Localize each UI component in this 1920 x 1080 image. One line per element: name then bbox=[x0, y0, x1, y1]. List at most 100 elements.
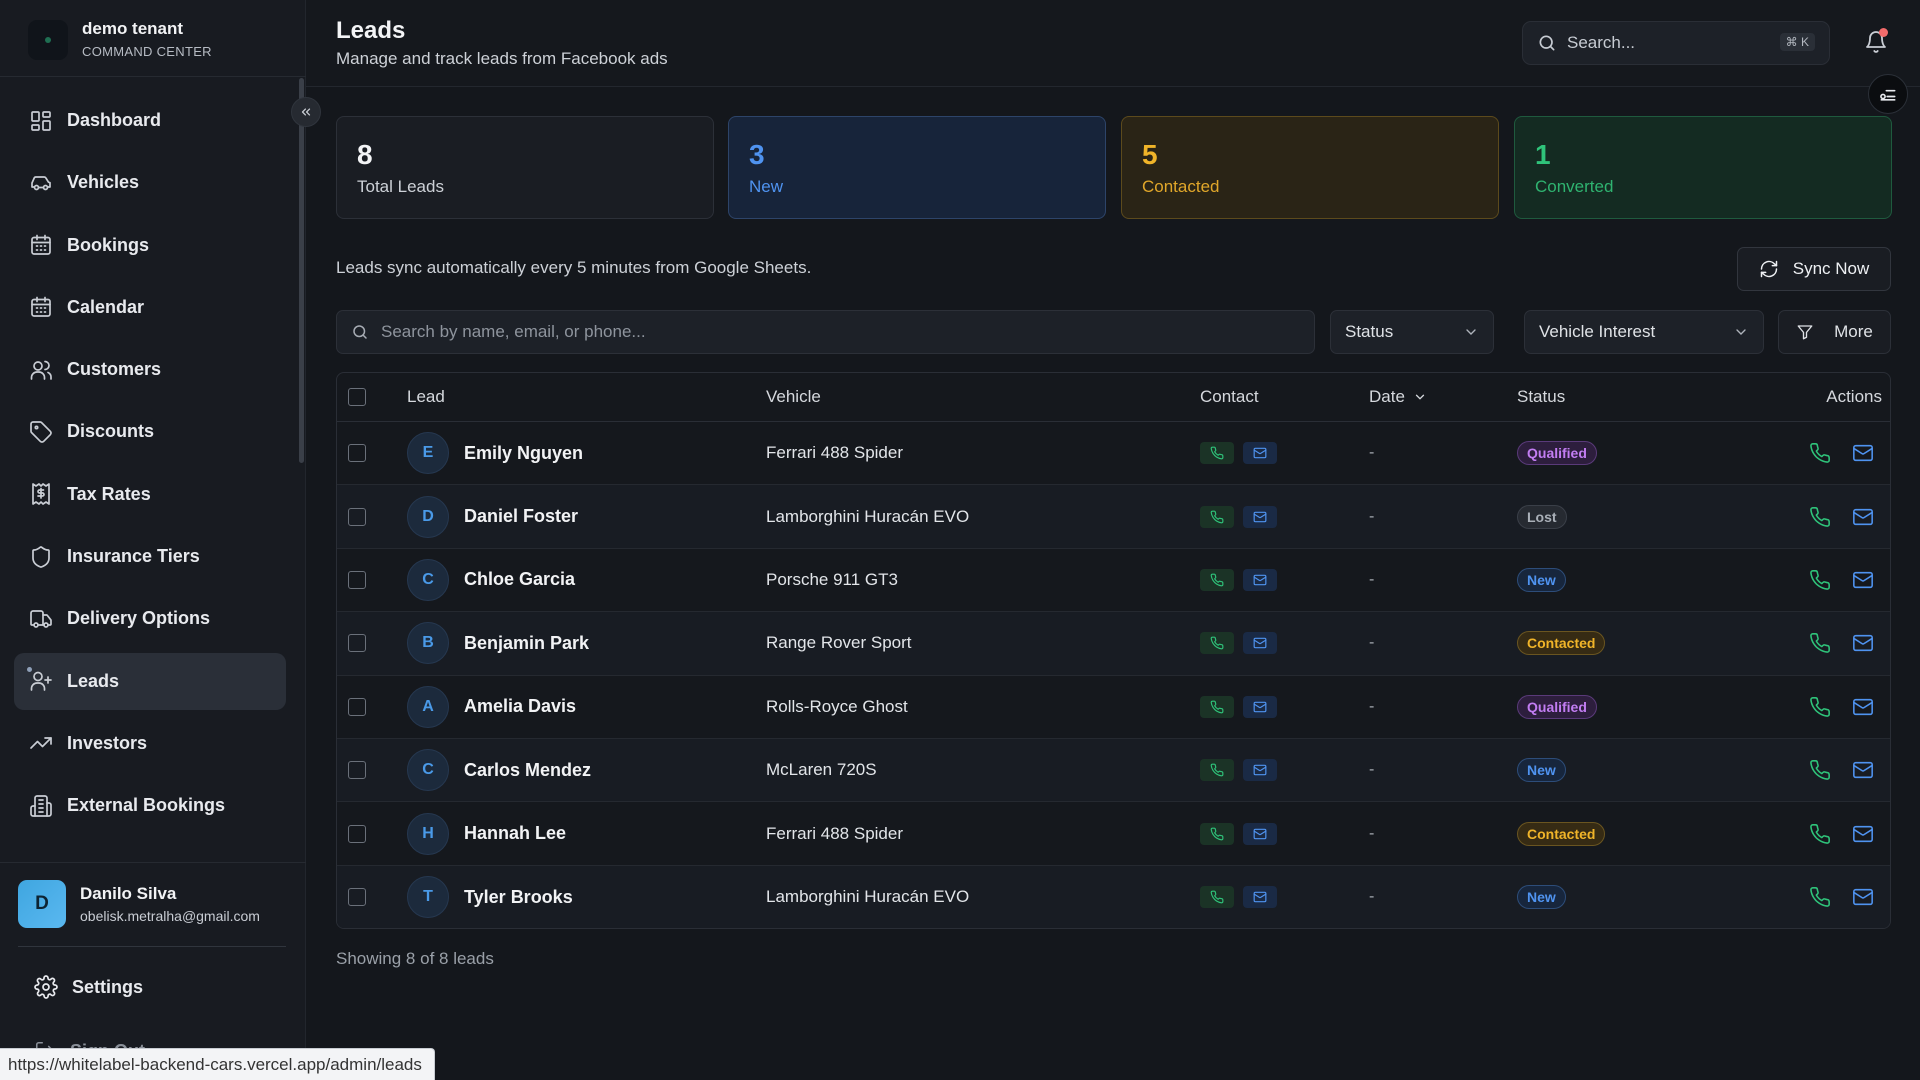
contact-phone-chip[interactable] bbox=[1200, 695, 1234, 718]
email-action-icon[interactable] bbox=[1852, 442, 1874, 464]
table-row[interactable]: C Carlos Mendez McLaren 720S - New bbox=[337, 738, 1890, 803]
contact-phone-chip[interactable] bbox=[1200, 759, 1234, 782]
contact-phone-chip[interactable] bbox=[1200, 886, 1234, 909]
lead-name[interactable]: Chloe Garcia bbox=[464, 569, 575, 590]
contact-phone-chip[interactable] bbox=[1200, 505, 1234, 528]
contact-cell bbox=[1200, 632, 1286, 655]
user-divider bbox=[0, 862, 306, 863]
sidebar-item-customers[interactable]: Customers bbox=[14, 341, 286, 398]
sidebar-item-tax-rates[interactable]: Tax Rates bbox=[14, 466, 286, 523]
row-checkbox[interactable] bbox=[348, 570, 366, 589]
row-checkbox[interactable] bbox=[348, 824, 366, 843]
date-cell: - bbox=[1369, 761, 1375, 779]
lead-name[interactable]: Tyler Brooks bbox=[464, 887, 573, 908]
sidebar-item-leads[interactable]: Leads bbox=[14, 652, 286, 710]
call-action-icon[interactable] bbox=[1809, 823, 1831, 845]
call-action-icon[interactable] bbox=[1809, 506, 1831, 528]
lead-name[interactable]: Benjamin Park bbox=[464, 633, 589, 654]
phone-icon bbox=[1210, 636, 1224, 650]
sidebar-item-insurance-tiers[interactable]: Insurance Tiers bbox=[14, 528, 286, 585]
contact-email-chip[interactable] bbox=[1243, 442, 1277, 465]
contact-email-chip[interactable] bbox=[1243, 695, 1277, 718]
collapse-sidebar-button[interactable] bbox=[291, 97, 321, 127]
chevron-down-icon bbox=[1466, 329, 1476, 335]
sidebar-item-investors[interactable]: Investors bbox=[14, 715, 286, 772]
sidebar-item-label: Discounts bbox=[67, 421, 155, 442]
status-cell: Qualified bbox=[1517, 441, 1597, 466]
sidebar-item-calendar[interactable]: Calendar bbox=[14, 279, 286, 336]
status-badge: Lost bbox=[1517, 504, 1567, 529]
car-icon bbox=[31, 175, 51, 191]
sidebar-item-dashboard[interactable]: Dashboard bbox=[14, 92, 286, 149]
more-filters-button[interactable]: More bbox=[1778, 310, 1891, 354]
sidebar-item-bookings[interactable]: Bookings bbox=[14, 217, 286, 274]
email-action-icon[interactable] bbox=[1852, 506, 1874, 528]
table-row[interactable]: E Emily Nguyen Ferrari 488 Spider - Qualifie… bbox=[337, 422, 1890, 486]
email-action-icon[interactable] bbox=[1852, 696, 1874, 718]
contact-email-chip[interactable] bbox=[1243, 505, 1277, 528]
contact-email-chip[interactable] bbox=[1243, 886, 1277, 909]
contact-email-chip[interactable] bbox=[1243, 822, 1277, 845]
lead-search-input[interactable]: Search by name, email, or phone... bbox=[336, 310, 1315, 354]
contact-phone-chip[interactable] bbox=[1200, 568, 1234, 591]
contact-phone-chip[interactable] bbox=[1200, 822, 1234, 845]
lead-name[interactable]: Amelia Davis bbox=[464, 696, 576, 717]
settings-button[interactable]: Settings bbox=[34, 975, 143, 999]
email-action-icon[interactable] bbox=[1852, 759, 1874, 781]
row-checkbox[interactable] bbox=[348, 507, 366, 526]
email-action-icon[interactable] bbox=[1852, 823, 1874, 845]
lead-name[interactable]: Daniel Foster bbox=[464, 506, 578, 527]
contact-phone-chip[interactable] bbox=[1200, 442, 1234, 465]
vehicle-interest-select[interactable]: Vehicle Interest bbox=[1524, 310, 1764, 354]
table-row[interactable]: T Tyler Brooks Lamborghini Huracán EVO - New bbox=[337, 865, 1890, 928]
lead-avatar: H bbox=[407, 812, 449, 855]
call-action-icon[interactable] bbox=[1809, 569, 1831, 591]
row-checkbox[interactable] bbox=[348, 697, 366, 716]
contact-email-chip[interactable] bbox=[1243, 759, 1277, 782]
call-action-icon[interactable] bbox=[1809, 442, 1831, 464]
lead-name[interactable]: Emily Nguyen bbox=[464, 443, 583, 464]
status-filter-label: Status bbox=[1345, 322, 1394, 341]
call-action-icon[interactable] bbox=[1809, 696, 1831, 718]
email-action-icon[interactable] bbox=[1852, 886, 1874, 908]
vehicle-cell: Ferrari 488 Spider bbox=[766, 443, 904, 463]
phone-icon bbox=[1210, 827, 1224, 840]
email-action-icon[interactable] bbox=[1852, 632, 1874, 654]
row-checkbox[interactable] bbox=[348, 444, 366, 463]
row-checkbox[interactable] bbox=[348, 761, 366, 780]
sidebar-item-discounts[interactable]: Discounts bbox=[14, 403, 286, 460]
column-date-sort[interactable]: Date bbox=[1369, 387, 1427, 407]
email-action-icon[interactable] bbox=[1852, 569, 1874, 591]
contact-email-chip[interactable] bbox=[1243, 632, 1277, 655]
call-action-icon[interactable] bbox=[1809, 759, 1831, 781]
table-row[interactable]: B Benjamin Park Range Rover Sport - Contacte… bbox=[337, 612, 1890, 676]
select-all-checkbox[interactable] bbox=[348, 388, 366, 406]
row-checkbox[interactable] bbox=[348, 888, 366, 907]
brand[interactable]: demo tenant COMMAND CENTER bbox=[28, 18, 212, 61]
user-profile[interactable]: D Danilo Silva obelisk.metralha@gmail.co… bbox=[18, 880, 260, 928]
call-action-icon[interactable] bbox=[1809, 886, 1831, 908]
global-search[interactable]: Search... ⌘ K bbox=[1522, 21, 1830, 65]
sidebar-item-external-bookings[interactable]: External Bookings bbox=[14, 777, 286, 834]
contact-phone-chip[interactable] bbox=[1200, 632, 1234, 655]
actions-cell bbox=[1809, 886, 1890, 908]
sidebar-item-delivery-options[interactable]: Delivery Options bbox=[14, 590, 286, 647]
table-row[interactable]: D Daniel Foster Lamborghini Huracán EVO - Lo… bbox=[337, 485, 1890, 549]
date-cell: - bbox=[1369, 507, 1375, 525]
sidebar-scrollbar[interactable] bbox=[299, 78, 304, 463]
table-row[interactable]: A Amelia Davis Rolls-Royce Ghost - Qualified bbox=[337, 676, 1890, 739]
call-action-icon[interactable] bbox=[1809, 632, 1831, 654]
row-checkbox[interactable] bbox=[348, 634, 366, 653]
table-row[interactable]: C Chloe Garcia Porsche 911 GT3 - New bbox=[337, 549, 1890, 613]
table-body: E Emily Nguyen Ferrari 488 Spider - Qualifie… bbox=[337, 422, 1890, 928]
contact-email-chip[interactable] bbox=[1243, 568, 1277, 591]
floating-menu-button[interactable] bbox=[1868, 74, 1908, 114]
sidebar-item-vehicles[interactable]: Vehicles bbox=[14, 154, 286, 211]
status-filter-select[interactable]: Status bbox=[1330, 310, 1494, 354]
lead-name[interactable]: Carlos Mendez bbox=[464, 760, 591, 781]
sync-now-button[interactable]: Sync Now bbox=[1737, 247, 1891, 291]
sidebar-item-label: Delivery Options bbox=[67, 608, 211, 629]
lead-name[interactable]: Hannah Lee bbox=[464, 823, 566, 844]
calendar-icon bbox=[31, 234, 51, 255]
table-row[interactable]: H Hannah Lee Ferrari 488 Spider - Contacted bbox=[337, 802, 1890, 866]
